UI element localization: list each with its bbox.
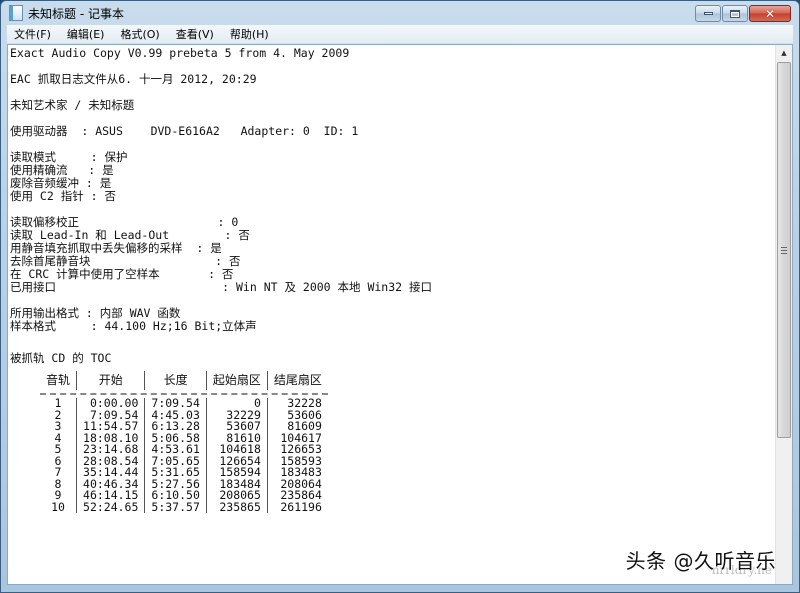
toc-header-end-sector: 结尾扇区 [266,371,328,390]
toc-header-start: 开始 [76,371,145,390]
maximize-button[interactable] [722,5,748,22]
minimize-icon [703,12,713,15]
log-header-line: EAC 抓取日志文件从6. 十一月 2012, 20:29 [10,72,257,86]
toc-table: 音轨 开始 长度 起始扇区 结尾扇区 1 0:00.00 7:09.54 0 32228… [40,371,328,513]
toc-header-length: 长度 [144,371,207,390]
window-title: 未知标题 - 记事本 [28,6,124,21]
setting-line: 读取模式 : 保护 [10,150,128,164]
editor-area: Exact Audio Copy V0.99 prebeta 5 from 4.… [7,44,793,585]
menu-format[interactable]: 格式(O) [119,25,160,43]
log-header-line: Exact Audio Copy V0.99 prebeta 5 from 4.… [10,46,350,60]
close-icon: ✕ [764,6,776,21]
toc-cell-start: 52:24.65 [76,501,145,513]
setting-line: 使用 C2 指针 : 否 [10,189,116,203]
menu-help[interactable]: 帮助(H) [229,25,270,43]
setting-line: 使用精确流 : 是 [10,163,114,177]
maximize-icon [730,9,740,18]
toc-body: 1 0:00.00 7:09.54 0 32228 2 7:09.54 4:45.03 3222… [40,397,328,514]
setting-line: 废除音频缓冲 : 是 [10,176,112,190]
menu-edit[interactable]: 编辑(E) [66,25,106,43]
watermark: 头条 @久听音乐 [625,549,776,573]
title-bar[interactable]: 未知标题 - 记事本 ✕ [1,1,799,25]
toc-title: 被抓轨 CD 的 TOC [10,351,112,365]
notepad-icon [9,5,23,21]
log-header-line: 使用驱动器 : ASUS DVD-E616A2 Adapter: 0 ID: 1 [10,124,359,138]
notepad-window: 未知标题 - 记事本 ✕ 文件(F) 编辑(E) 格式(O) 查看(V) 帮助(… [0,0,800,593]
toc-header-row: 音轨 开始 长度 起始扇区 结尾扇区 [40,371,328,390]
menu-bar: 文件(F) 编辑(E) 格式(O) 查看(V) 帮助(H) [7,25,793,44]
minimize-button[interactable] [695,5,721,22]
menu-file[interactable]: 文件(F) [13,25,52,43]
close-button[interactable]: ✕ [749,5,791,22]
toc-cell-start-sector: 235865 [205,501,268,513]
toc-header-track: 音轨 [46,373,71,387]
output-line: 样本格式 : 44.100 Hz;16 Bit;立体声 [10,319,257,333]
scrollbar-thumb[interactable] [777,62,791,438]
log-header-line: 未知艺术家 / 未知标题 [10,98,135,112]
scroll-up-button[interactable]: ▲ [776,45,792,61]
vertical-scrollbar[interactable]: ▲ [775,45,792,584]
grip-icon [781,246,787,254]
toc-cell-end-sector: 261196 [266,501,328,513]
scroll-up-arrow-icon: ▲ [781,49,787,57]
caption-buttons: ✕ [695,5,791,22]
toc-cell-length: 5:37.57 [144,501,207,513]
toc-divider [40,392,328,395]
toc-row: 10 52:24.65 5:37.57 235865 261196 [40,499,328,514]
menu-view[interactable]: 查看(V) [175,25,215,43]
setting-line: 已用接口 : Win NT 及 2000 本地 Win32 接口 [10,280,432,294]
text-editor[interactable]: Exact Audio Copy V0.99 prebeta 5 from 4.… [8,45,775,584]
toc-cell-track: 10 [51,499,65,514]
toc-header-start-sector: 起始扇区 [205,371,268,390]
